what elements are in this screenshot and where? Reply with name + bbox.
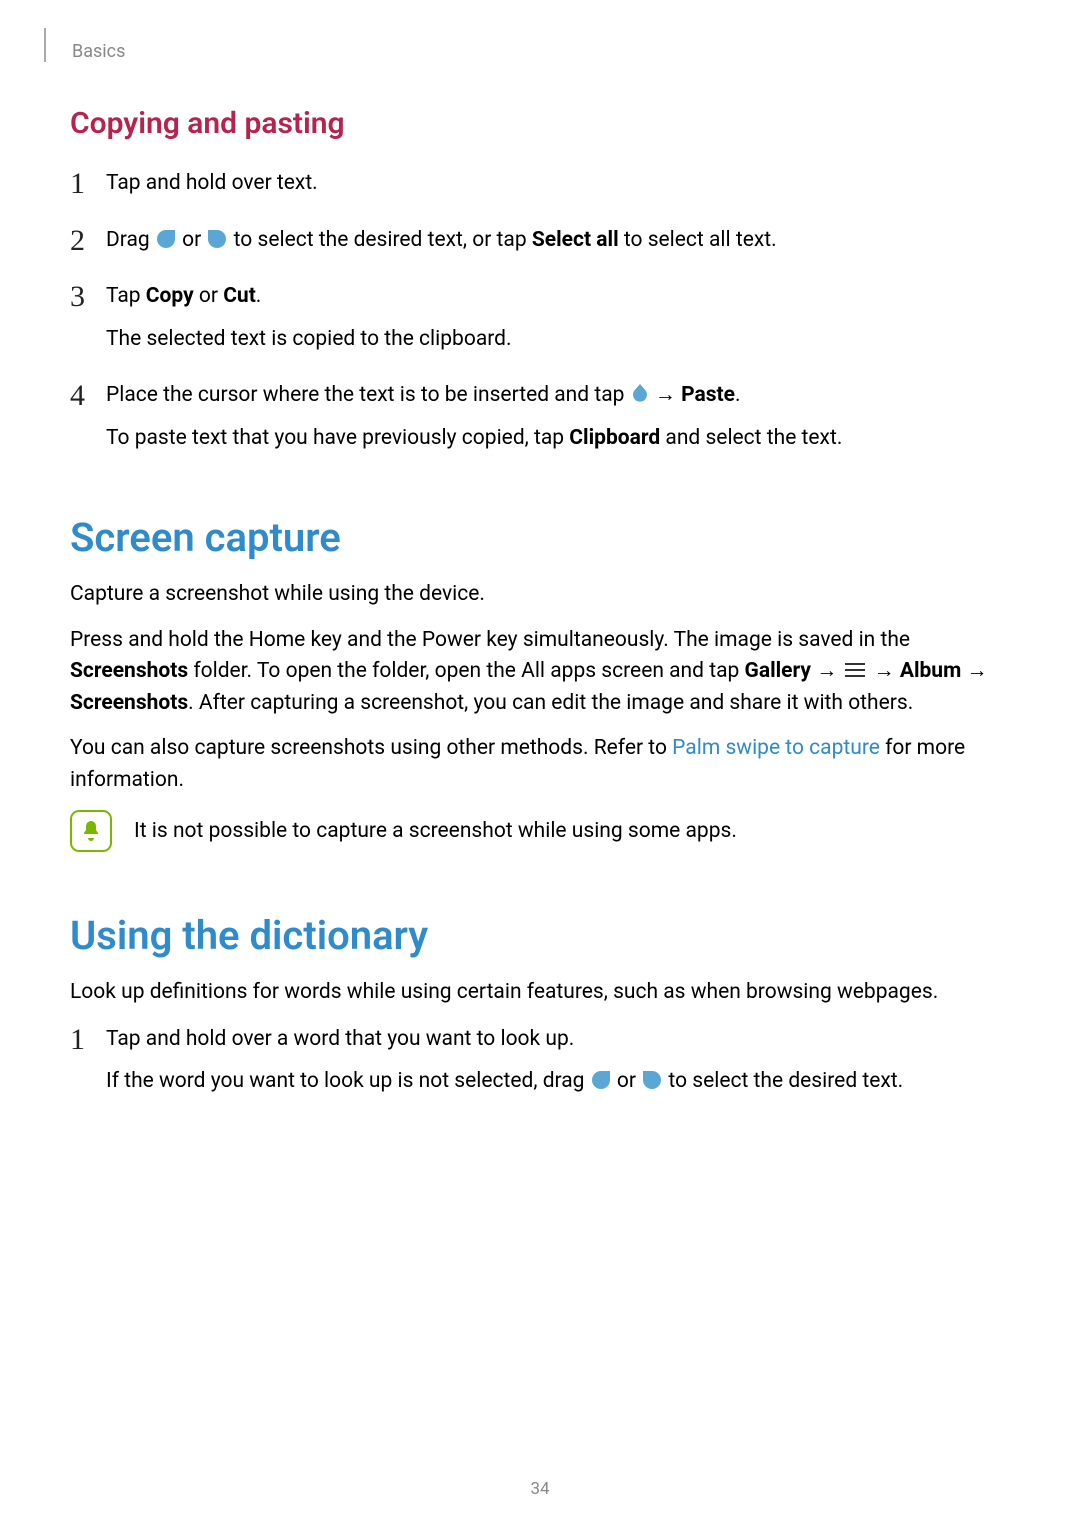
step-4-b1: Paste <box>681 383 735 407</box>
dict-sub-post: to select the desired text. <box>663 1069 903 1093</box>
section-label: Basics <box>72 41 125 62</box>
note-bell-icon <box>70 810 112 852</box>
sc-p2-b4: Screenshots <box>70 691 188 715</box>
sc-p2-c: . After capturing a screenshot, you can … <box>188 691 913 715</box>
step-3-b2: Cut <box>223 284 256 308</box>
step-2: Drag or to select the desired text, or t… <box>70 224 990 257</box>
step-2-posta: to select the desired text, or tap <box>228 228 531 252</box>
step-3-b1: Copy <box>146 284 194 308</box>
note-text: It is not possible to capture a screensh… <box>134 810 737 848</box>
heading-dictionary: Using the dictionary <box>70 912 990 959</box>
screen-capture-p1: Capture a screenshot while using the dev… <box>70 579 990 611</box>
sc-p3-a: You can also capture screenshots using o… <box>70 736 672 760</box>
step-3-mid: or <box>194 284 224 308</box>
sc-p2-b2: Gallery <box>745 659 811 683</box>
sc-p2-arr1: → <box>811 659 842 683</box>
step-3-pre: Tap <box>106 284 146 308</box>
step-4-arrow: → <box>650 383 681 407</box>
selection-handle-left-icon <box>157 230 175 248</box>
dict-sub-pre: If the word you want to look up is not s… <box>106 1069 590 1093</box>
dict-sub-mid: or <box>612 1069 642 1093</box>
step-1: Tap and hold over text. <box>70 167 990 200</box>
step-4-sub-b: Clipboard <box>569 426 660 450</box>
step-3-sub: The selected text is copied to the clipb… <box>106 323 990 356</box>
screen-capture-p2: Press and hold the Home key and the Powe… <box>70 625 990 720</box>
step-3: Tap Copy or Cut. The selected text is co… <box>70 280 990 355</box>
sc-p2-b: folder. To open the folder, open the All… <box>188 659 744 683</box>
menu-icon <box>845 663 865 678</box>
step-2-mid: or <box>177 228 207 252</box>
page-number: 34 <box>0 1479 1080 1499</box>
dictionary-p1: Look up definitions for words while usin… <box>70 977 990 1009</box>
step-4-post: . <box>735 383 741 407</box>
palm-swipe-link[interactable]: Palm swipe to capture <box>672 736 880 760</box>
screen-capture-p3: You can also capture screenshots using o… <box>70 733 990 796</box>
sc-p2-b1: Screenshots <box>70 659 188 683</box>
step-4-sub-pre: To paste text that you have previously c… <box>106 426 569 450</box>
sc-p2-arr2: → <box>868 659 899 683</box>
sc-p2-b3: Album <box>900 659 961 683</box>
page-content: Copying and pasting Tap and hold over te… <box>20 106 1010 1098</box>
step-2-pre: Drag <box>106 228 155 252</box>
dict-step-1: Tap and hold over a word that you want t… <box>70 1023 990 1098</box>
step-2-postb: to select all text. <box>619 228 777 252</box>
step-4-sub: To paste text that you have previously c… <box>106 422 990 455</box>
step-3-post: . <box>256 284 262 308</box>
step-2-bold: Select all <box>532 228 619 252</box>
copy-paste-steps: Tap and hold over text. Drag or to selec… <box>70 167 990 454</box>
sc-p2-arr3: → <box>961 659 987 683</box>
step-4: Place the cursor where the text is to be… <box>70 379 990 454</box>
dictionary-steps: Tap and hold over a word that you want t… <box>70 1023 990 1098</box>
selection-handle-right-icon <box>643 1071 661 1089</box>
selection-handle-left-icon <box>592 1071 610 1089</box>
dict-step-1-line: Tap and hold over a word that you want t… <box>106 1027 574 1051</box>
cursor-handle-icon <box>630 383 650 407</box>
step-1-text: Tap and hold over text. <box>106 171 318 195</box>
page: Basics Copying and pasting Tap and hold … <box>0 0 1080 1527</box>
sc-p2-a: Press and hold the Home key and the Powe… <box>70 628 910 652</box>
step-4-sub-post: and select the text. <box>660 426 842 450</box>
heading-screen-capture: Screen capture <box>70 514 990 561</box>
heading-copy-paste: Copying and pasting <box>70 106 990 141</box>
selection-handle-right-icon <box>208 230 226 248</box>
dict-step-1-sub: If the word you want to look up is not s… <box>106 1065 990 1098</box>
note-row: It is not possible to capture a screensh… <box>70 810 990 852</box>
step-4-pre: Place the cursor where the text is to be… <box>106 383 630 407</box>
section-header: Basics <box>44 28 1010 62</box>
